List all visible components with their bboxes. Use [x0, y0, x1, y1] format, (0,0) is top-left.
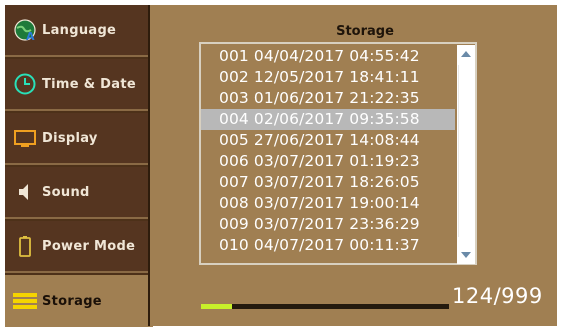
- list-item[interactable]: 006 03/07/2017 01:19:23: [201, 151, 455, 172]
- storage-list[interactable]: 001 04/04/2017 04:55:42 002 12/05/2017 1…: [199, 42, 477, 265]
- sidebar-item-label: Display: [42, 130, 98, 146]
- page-title: Storage: [336, 24, 394, 39]
- sidebar: A Language Time & Date Display Sound Pow…: [5, 5, 153, 327]
- sidebar-item-label: Language: [42, 22, 117, 38]
- scroll-down-arrow-icon[interactable]: [457, 246, 475, 264]
- scroll-thumb[interactable]: [458, 65, 475, 237]
- sidebar-item-language[interactable]: A Language: [5, 5, 148, 57]
- battery-icon: [12, 233, 38, 259]
- storage-icon: [12, 288, 38, 314]
- list-item[interactable]: 002 12/05/2017 18:41:11: [201, 67, 455, 88]
- list-item[interactable]: 010 04/07/2017 00:11:37: [201, 235, 455, 256]
- svg-text:A: A: [26, 30, 35, 42]
- speaker-icon: [12, 179, 38, 205]
- list-item[interactable]: 001 04/04/2017 04:55:42: [201, 46, 455, 67]
- storage-usage-bar: [201, 304, 449, 309]
- sidebar-item-label: Storage: [42, 293, 102, 309]
- list-item[interactable]: 008 03/07/2017 19:00:14: [201, 193, 455, 214]
- sidebar-item-label: Sound: [42, 184, 90, 200]
- storage-usage-fill: [201, 304, 232, 309]
- sidebar-item-storage[interactable]: Storage: [5, 275, 153, 327]
- list-item[interactable]: 005 27/06/2017 14:08:44: [201, 130, 455, 151]
- list-item[interactable]: 007 03/07/2017 18:26:05: [201, 172, 455, 193]
- storage-counter: 124/999: [452, 284, 543, 308]
- clock-icon: [12, 71, 38, 97]
- sidebar-item-time-date[interactable]: Time & Date: [5, 59, 148, 111]
- settings-window: A Language Time & Date Display Sound Pow…: [5, 5, 557, 327]
- sidebar-item-display[interactable]: Display: [5, 113, 148, 165]
- sidebar-item-label: Time & Date: [42, 76, 136, 92]
- list-item[interactable]: 003 01/06/2017 21:22:35: [201, 88, 455, 109]
- monitor-icon: [12, 125, 38, 151]
- scrollbar[interactable]: [457, 45, 475, 264]
- sidebar-divider: [148, 5, 150, 326]
- scroll-up-arrow-icon[interactable]: [457, 45, 475, 63]
- sidebar-item-label: Power Mode: [42, 238, 136, 254]
- sidebar-item-sound[interactable]: Sound: [5, 167, 148, 219]
- list-item-selected[interactable]: 004 02/06/2017 09:35:58: [201, 109, 455, 130]
- list-item[interactable]: 009 03/07/2017 23:36:29: [201, 214, 455, 235]
- sidebar-item-power-mode[interactable]: Power Mode: [5, 221, 148, 273]
- globe-icon: A: [12, 17, 38, 43]
